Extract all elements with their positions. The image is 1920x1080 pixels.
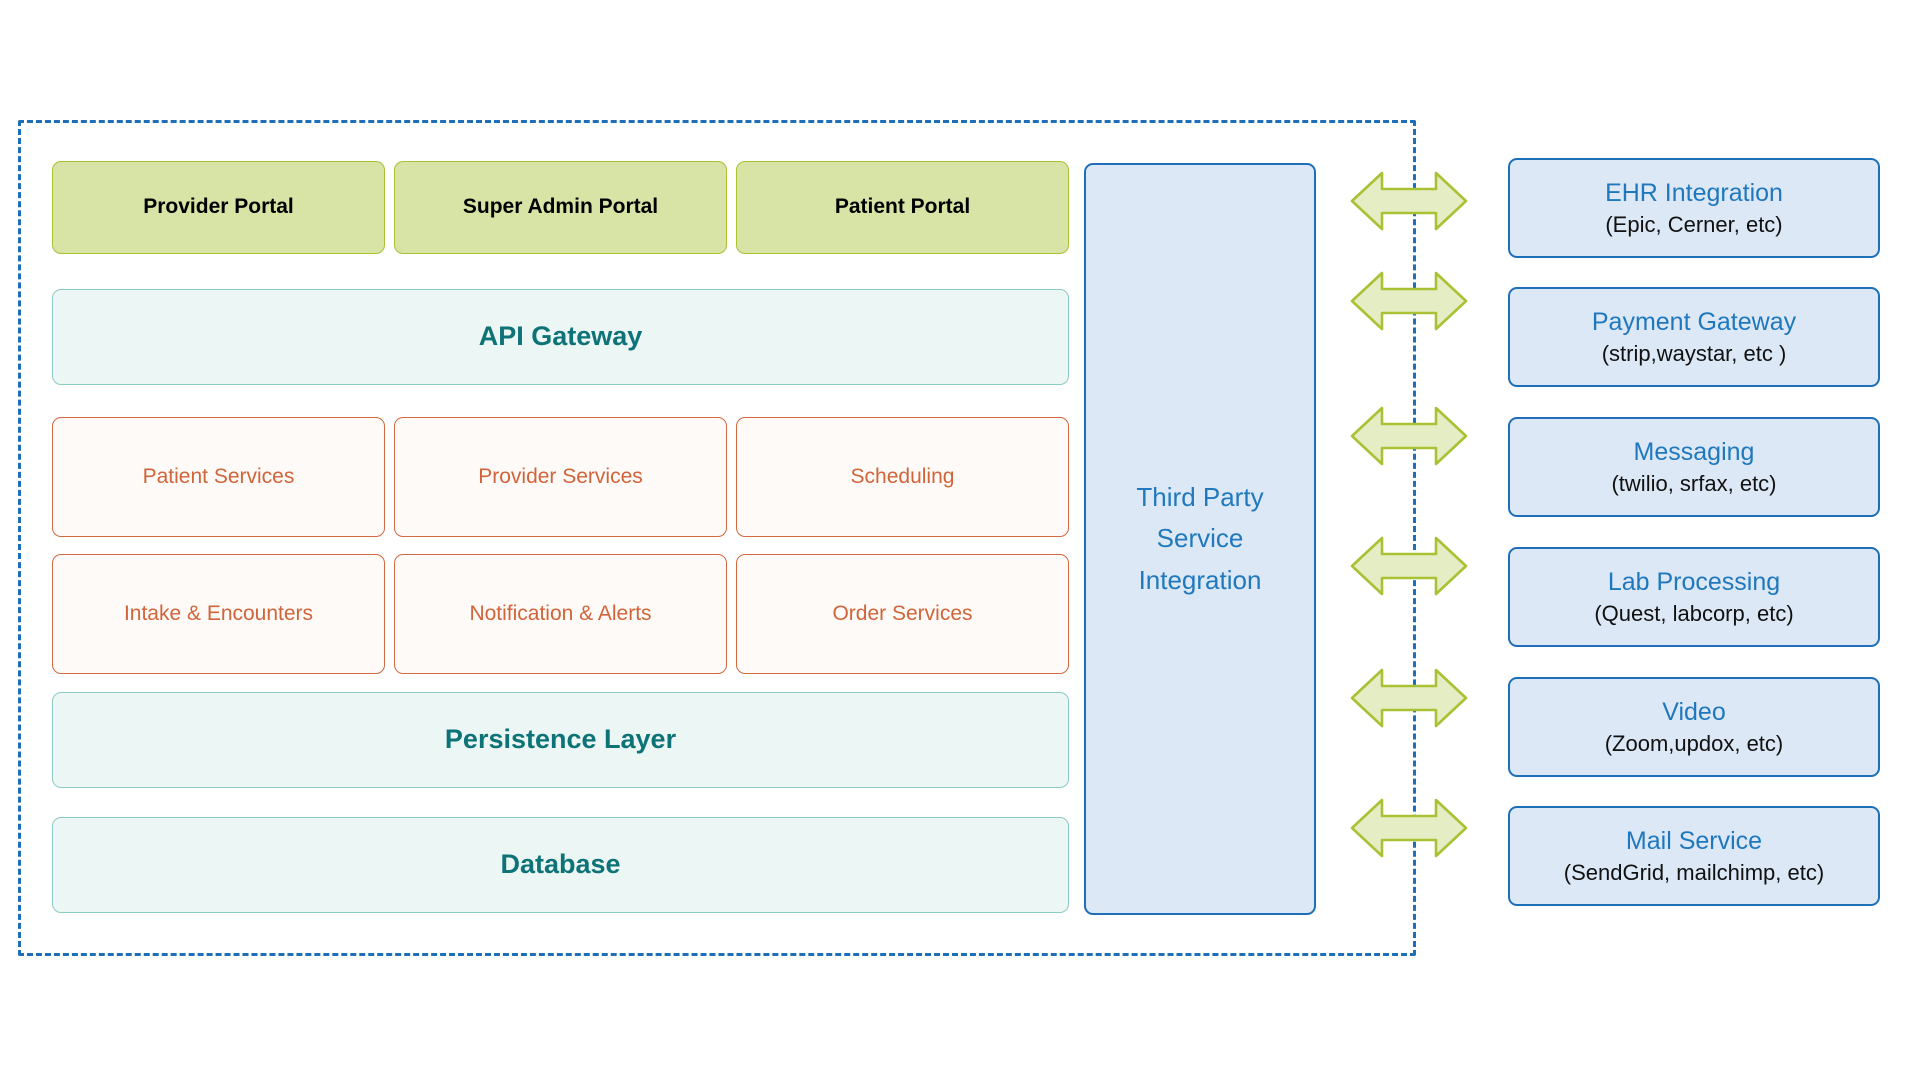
portal-box-patient[interactable]: Patient Portal — [736, 161, 1069, 254]
portal-label: Patient Portal — [834, 195, 971, 219]
service-label: Notification & Alerts — [469, 601, 652, 625]
service-label: Intake & Encounters — [123, 601, 314, 625]
tpsi-line-1: Third Party — [1136, 481, 1264, 512]
integration-subtitle: (twilio, srfax, etc) — [1611, 470, 1777, 496]
database-box[interactable]: Database — [52, 817, 1069, 913]
persistence-layer-box[interactable]: Persistence Layer — [52, 692, 1069, 788]
integration-box-video[interactable]: Video (Zoom,updox, etc) — [1508, 677, 1880, 777]
integration-box-payment-gateway[interactable]: Payment Gateway (strip,waystar, etc ) — [1508, 287, 1880, 387]
persistence-layer-label: Persistence Layer — [444, 724, 677, 755]
integration-subtitle: (SendGrid, mailchimp, etc) — [1563, 859, 1825, 885]
service-box-notification-alerts[interactable]: Notification & Alerts — [394, 554, 727, 674]
service-box-order-services[interactable]: Order Services — [736, 554, 1069, 674]
service-label: Patient Services — [142, 464, 295, 488]
integration-title: Video — [1662, 697, 1726, 726]
integration-box-messaging[interactable]: Messaging (twilio, srfax, etc) — [1508, 417, 1880, 517]
integration-title: Payment Gateway — [1591, 307, 1797, 336]
integration-box-ehr[interactable]: EHR Integration (Epic, Cerner, etc) — [1508, 158, 1880, 258]
integration-title: Mail Service — [1625, 826, 1763, 855]
architecture-diagram-canvas: Provider Portal Super Admin Portal Patie… — [0, 0, 1920, 1080]
tpsi-line-3: Integration — [1138, 564, 1262, 595]
integration-title: Messaging — [1633, 437, 1755, 466]
integration-title: EHR Integration — [1605, 178, 1783, 207]
service-box-provider-services[interactable]: Provider Services — [394, 417, 727, 537]
service-label: Provider Services — [478, 464, 643, 488]
portal-label: Super Admin Portal — [462, 195, 659, 219]
tpsi-line-2: Service — [1156, 523, 1244, 554]
service-label: Scheduling — [850, 464, 955, 488]
integration-box-lab-processing[interactable]: Lab Processing (Quest, labcorp, etc) — [1508, 547, 1880, 647]
service-box-intake-encounters[interactable]: Intake & Encounters — [52, 554, 385, 674]
service-box-patient-services[interactable]: Patient Services — [52, 417, 385, 537]
integration-subtitle: (Epic, Cerner, etc) — [1605, 211, 1783, 237]
portal-box-super-admin[interactable]: Super Admin Portal — [394, 161, 727, 254]
database-label: Database — [500, 849, 621, 880]
service-label: Order Services — [832, 601, 973, 625]
integration-title: Lab Processing — [1607, 567, 1781, 596]
integration-subtitle: (strip,waystar, etc ) — [1601, 340, 1787, 366]
integration-box-mail-service[interactable]: Mail Service (SendGrid, mailchimp, etc) — [1508, 806, 1880, 906]
integration-subtitle: (Quest, labcorp, etc) — [1594, 600, 1794, 626]
service-box-scheduling[interactable]: Scheduling — [736, 417, 1069, 537]
portal-label: Provider Portal — [143, 195, 294, 219]
api-gateway-box[interactable]: API Gateway — [52, 289, 1069, 385]
api-gateway-label: API Gateway — [478, 321, 643, 352]
third-party-service-integration-box[interactable]: Third Party Service Integration — [1084, 163, 1316, 915]
portal-box-provider[interactable]: Provider Portal — [52, 161, 385, 254]
integration-subtitle: (Zoom,updox, etc) — [1604, 730, 1784, 756]
